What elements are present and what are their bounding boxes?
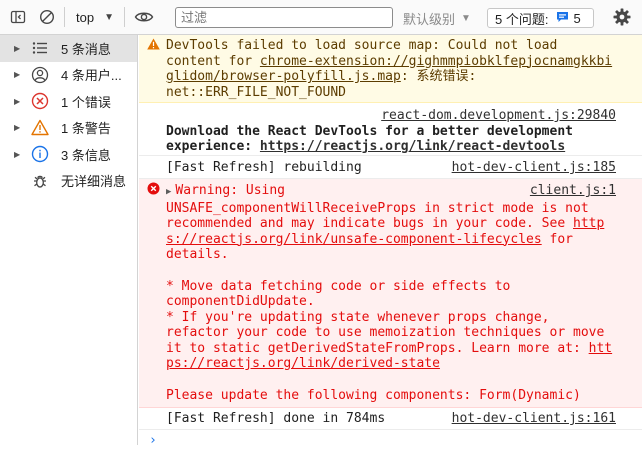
warning-text: content for — [166, 53, 260, 69]
expand-arrow-icon[interactable]: ▶ — [166, 187, 171, 197]
console-output: DevTools failed to load source map: Coul… — [139, 35, 642, 448]
user-icon — [31, 66, 49, 84]
error-text: for — [541, 231, 574, 247]
warning-line: glidom/browser-polyfill.js.map: 系统错误: — [166, 69, 616, 85]
issues-label: 5 个问题: — [495, 11, 549, 27]
clear-console-icon[interactable] — [36, 6, 58, 28]
console-log-message: hot-dev-client.js:185 [Fast Refresh] reb… — [139, 156, 642, 179]
unsafe-lifecycles-link[interactable]: http — [573, 216, 604, 231]
warning-line: DevTools failed to load source map: Coul… — [166, 38, 558, 53]
info-icon — [31, 145, 49, 163]
error-icon — [147, 182, 160, 200]
warning-line: content for chrome-extension://gighmmpio… — [166, 54, 616, 70]
sidebar-item-info[interactable]: ▶ 3 条信息 — [0, 141, 137, 168]
error-line: ps://reactjs.org/link/derived-state — [166, 356, 616, 372]
error-line: Please update the following components: … — [166, 387, 581, 403]
error-line: refactor your code to use memoization te… — [166, 325, 605, 340]
sidebar-item-messages[interactable]: ▶ 5 条消息 — [0, 35, 137, 62]
error-line: * If you're updating state whenever prop… — [166, 309, 550, 325]
issues-button[interactable]: 5 个问题: 5 — [487, 8, 594, 28]
source-link[interactable]: client.js:1 — [530, 183, 616, 199]
sidebar-item-label: 1 个错误 — [61, 94, 111, 110]
console-sidebar: ▶ 5 条消息 ▶ 4 条用户... ▶ 1 个错误 ▶ 1 条警告 ▶ 3 条… — [0, 35, 138, 445]
expand-arrow-icon[interactable]: ▶ — [14, 44, 20, 53]
issues-count: 5 — [573, 10, 581, 26]
list-icon — [31, 39, 49, 57]
source-link[interactable]: hot-dev-client.js:185 — [452, 160, 616, 176]
sidebar-item-label: 无详细消息 — [61, 174, 127, 190]
console-log-message: hot-dev-client.js:161 [Fast Refresh] don… — [139, 408, 642, 430]
sidebar-item-user-messages[interactable]: ▶ 4 条用户... — [0, 62, 137, 89]
toolbar-divider — [123, 7, 125, 27]
sidebar-toggle-icon[interactable] — [7, 6, 29, 28]
log-levels-dropdown[interactable]: 默认级别 ▼ — [403, 9, 471, 28]
derived-state-link[interactable]: htt — [589, 341, 612, 356]
error-line: UNSAFE_componentWillReceiveProps in stri… — [166, 200, 589, 216]
console-error-message: client.js:1 ▶ Warning: Using UNSAFE_compon… — [139, 179, 642, 408]
source-link[interactable]: hot-dev-client.js:161 — [452, 411, 616, 427]
toolbar-divider — [64, 7, 65, 27]
sidebar-item-label: 4 条用户... — [61, 68, 122, 84]
log-text: [Fast Refresh] rebuilding — [166, 160, 362, 175]
log-line: experience: https://reactjs.org/link/rea… — [166, 139, 616, 155]
error-line: recommended and may indicate bugs in you… — [166, 216, 605, 231]
sidebar-item-warnings[interactable]: ▶ 1 条警告 — [0, 115, 137, 142]
error-line: componentDidUpdate. — [166, 294, 315, 309]
sidebar-item-label: 3 条信息 — [61, 147, 111, 163]
source-map-link-cont[interactable]: glidom/browser-polyfill.js.map — [166, 69, 401, 84]
derived-state-link-cont[interactable]: ps://reactjs.org/link/derived-state — [166, 356, 440, 371]
bug-icon — [31, 172, 49, 190]
log-text: [Fast Refresh] done in 784ms — [166, 411, 386, 426]
error-text: it to static getDerivedStateFromProps. L… — [166, 340, 589, 356]
expand-arrow-icon[interactable]: ▶ — [14, 150, 20, 159]
error-icon — [31, 92, 49, 110]
sidebar-item-label: 5 条消息 — [61, 41, 111, 57]
gear-icon[interactable] — [612, 7, 632, 30]
react-devtools-link[interactable]: https://reactjs.org/link/react-devtools — [260, 139, 565, 154]
error-line: s://reactjs.org/link/unsafe-component-li… — [166, 232, 616, 248]
console-log-message: react-dom.development.js:29840 Download … — [139, 103, 642, 156]
error-line: * Move data fetching code or side effect… — [166, 278, 511, 294]
eye-icon[interactable] — [133, 6, 155, 28]
filter-input[interactable] — [175, 7, 393, 28]
error-title: Warning: Using — [175, 183, 285, 198]
sidebar-item-verbose[interactable]: 无详细消息 — [0, 168, 137, 195]
warning-icon — [31, 119, 49, 137]
error-line: details. — [166, 247, 229, 262]
message-icon — [556, 11, 569, 26]
warning-icon — [147, 38, 160, 55]
log-levels-label: 默认级别 — [403, 12, 456, 27]
source-map-link[interactable]: chrome-extension://gighmmpiobklfepjocnam… — [260, 54, 612, 69]
console-prompt[interactable]: › — [149, 433, 157, 449]
log-text: experience: — [166, 139, 260, 154]
console-warning-message: DevTools failed to load source map: Coul… — [139, 35, 642, 103]
log-line: Download the React DevTools for a better… — [166, 123, 573, 139]
sidebar-item-errors[interactable]: ▶ 1 个错误 — [0, 88, 137, 115]
sidebar-item-label: 1 条警告 — [61, 121, 111, 137]
expand-arrow-icon[interactable]: ▶ — [14, 97, 20, 106]
warning-text: : 系统错误: — [400, 69, 477, 84]
unsafe-lifecycles-link-cont[interactable]: s://reactjs.org/link/unsafe-component-li… — [166, 232, 542, 247]
context-selector[interactable]: top ▼ — [76, 10, 114, 25]
expand-arrow-icon[interactable]: ▶ — [14, 70, 20, 79]
warning-line: net::ERR_FILE_NOT_FOUND — [166, 84, 347, 100]
context-label: top — [76, 9, 95, 25]
chevron-down-icon: ▼ — [461, 13, 471, 24]
error-line: it to static getDerivedStateFromProps. L… — [166, 341, 616, 357]
source-link[interactable]: react-dom.development.js:29840 — [381, 108, 616, 123]
chevron-down-icon: ▼ — [104, 11, 114, 23]
expand-arrow-icon[interactable]: ▶ — [14, 123, 20, 132]
